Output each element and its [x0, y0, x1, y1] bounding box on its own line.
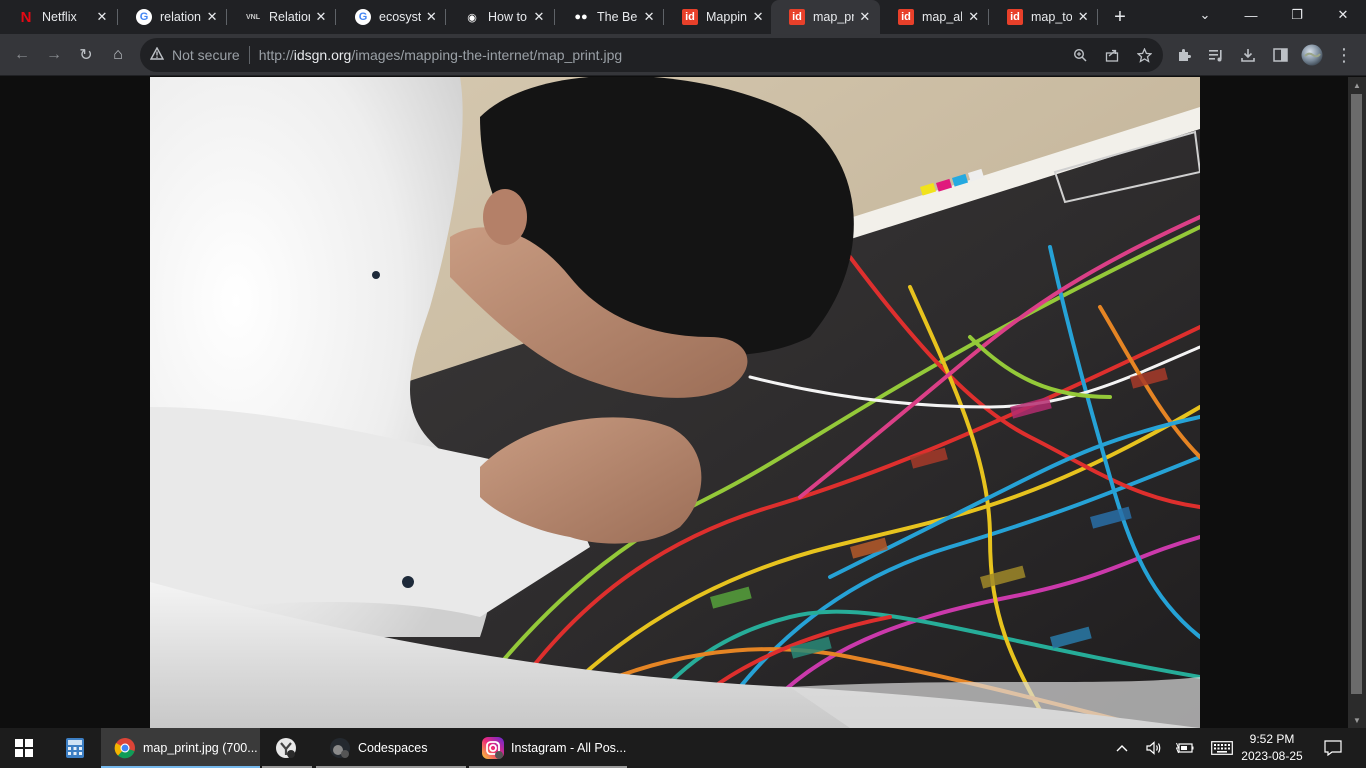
image-viewport: ▲ ▼	[0, 77, 1366, 728]
tab-4[interactable]: Gecosyste ✕	[337, 0, 446, 34]
browser-toolbar: ← → ↻ ⌂ Not secure http://idsgn.org/imag…	[0, 34, 1366, 76]
tab-title: map_all	[922, 10, 963, 24]
tab-close-icon[interactable]: ✕	[966, 9, 981, 25]
tab-separator	[335, 9, 336, 25]
app-icon	[274, 736, 298, 760]
close-window-button[interactable]: ✕	[1320, 0, 1366, 30]
volume-icon[interactable]	[1142, 728, 1166, 768]
url-text[interactable]: http://idsgn.org/images/mapping-the-inte…	[259, 47, 622, 63]
tab-close-icon[interactable]: ✕	[425, 9, 438, 25]
start-button[interactable]	[0, 728, 48, 768]
tab-favicon-icon: N	[20, 8, 32, 26]
tab-favicon-icon: id	[1007, 9, 1023, 25]
tab-favicon-icon: id	[898, 9, 914, 25]
bookmark-star-icon[interactable]	[1134, 45, 1154, 65]
tab-close-icon[interactable]: ✕	[205, 9, 219, 25]
tab-title: Relation	[269, 10, 310, 24]
clock-date: 2023-08-25	[1241, 749, 1303, 763]
minimize-button[interactable]: —	[1228, 0, 1274, 30]
tab-3[interactable]: VNL Relation ✕	[227, 0, 336, 34]
warning-icon[interactable]	[149, 46, 166, 63]
tab-title: How to	[488, 10, 527, 24]
taskbar-item-chrome[interactable]: map_print.jpg (700...	[101, 728, 260, 768]
tab-close-icon[interactable]: ✕	[642, 9, 656, 25]
tray-overflow-icon[interactable]	[1110, 728, 1134, 768]
taskbar-item-codespaces[interactable]: Codespaces	[316, 728, 466, 768]
profile-avatar-icon[interactable]	[1298, 41, 1326, 69]
vertical-scrollbar[interactable]: ▲ ▼	[1348, 77, 1366, 728]
tab-favicon-icon: ●●	[574, 11, 588, 23]
scroll-up-icon[interactable]: ▲	[1352, 80, 1362, 90]
tab-7[interactable]: id Mapping ✕	[664, 0, 773, 34]
forward-button[interactable]: →	[40, 41, 68, 69]
tab-5[interactable]: ◉ How to ✕	[446, 0, 555, 34]
tab-title: relations	[160, 10, 201, 24]
taskbar-item-label: Codespaces	[358, 741, 428, 755]
tab-close-icon[interactable]: ✕	[858, 9, 872, 25]
zoom-icon[interactable]	[1070, 45, 1090, 65]
tab-favicon-icon: VNL	[246, 13, 260, 21]
back-button[interactable]: ←	[8, 41, 36, 69]
menu-icon[interactable]: ⋮	[1330, 41, 1358, 69]
scrollbar-thumb[interactable]	[1351, 94, 1362, 694]
download-icon[interactable]	[1234, 41, 1262, 69]
tab-favicon-icon: id	[682, 9, 698, 25]
url-prefix: http://	[258, 47, 294, 63]
taskbar-item-instagram[interactable]: Instagram - All Pos...	[469, 728, 627, 768]
clock[interactable]: 9:52 PM 2023-08-25	[1232, 731, 1312, 765]
tab-close-icon[interactable]: ✕	[1076, 9, 1090, 25]
clock-time: 9:52 PM	[1249, 732, 1295, 746]
tab-8[interactable]: id map_pri ✕	[771, 0, 880, 34]
tab-6[interactable]: ●● The Ben ✕	[555, 0, 664, 34]
map-print-photo	[150, 77, 1200, 728]
chrome-icon	[113, 736, 137, 760]
tab-close-icon[interactable]: ✕	[531, 9, 547, 25]
url-host: idsgn.org	[293, 47, 352, 63]
tab-favicon-icon: id	[789, 9, 805, 25]
tab-title: map_top	[1031, 10, 1073, 24]
taskbar-item-label: Instagram - All Pos...	[511, 741, 627, 755]
tab-close-icon[interactable]: ✕	[751, 9, 765, 25]
battery-icon[interactable]	[1172, 728, 1198, 768]
taskbar-item-app[interactable]	[262, 728, 312, 768]
calculator-icon[interactable]	[52, 728, 98, 768]
tab-favicon-icon: ◉	[467, 11, 477, 24]
windows-taskbar: map_print.jpg (700... Codespaces Instagr…	[0, 728, 1366, 768]
extensions-icon[interactable]	[1170, 41, 1198, 69]
address-bar[interactable]: Not secure http://idsgn.org/images/mappi…	[140, 38, 1163, 72]
divider	[248, 46, 250, 64]
codespaces-icon	[328, 736, 352, 760]
tab-strip: NNetflix✕Grelations✕VNLRelation✕Gecosyst…	[0, 0, 1366, 34]
tab-9[interactable]: id map_all ✕	[880, 0, 989, 34]
tab-title: ecosyste	[379, 10, 421, 24]
media-control-icon[interactable]	[1202, 41, 1230, 69]
tab-close-icon[interactable]: ✕	[94, 9, 110, 25]
tab-title: Mapping	[706, 10, 747, 24]
tab-close-icon[interactable]: ✕	[314, 9, 328, 25]
scroll-down-icon[interactable]: ▼	[1352, 715, 1362, 725]
url-path: /images/mapping-the-internet/map_print.j…	[351, 47, 623, 63]
tab-title: map_pri	[813, 10, 854, 24]
tab-10[interactable]: id map_top✕	[989, 0, 1098, 34]
instagram-icon	[481, 736, 505, 760]
security-label[interactable]: Not secure	[172, 47, 240, 63]
tab-separator	[1097, 9, 1098, 25]
tab-favicon-icon: G	[355, 9, 371, 25]
reload-button[interactable]: ↻	[72, 41, 100, 69]
share-icon[interactable]	[1102, 45, 1122, 65]
home-button[interactable]: ⌂	[104, 41, 132, 69]
restore-button[interactable]: ❐	[1274, 0, 1320, 30]
tab-favicon-icon: G	[136, 9, 152, 25]
taskbar-item-label: map_print.jpg (700...	[143, 741, 258, 755]
new-tab-button[interactable]: +	[1108, 5, 1132, 29]
tab-title: The Ben	[597, 10, 638, 24]
tab-2[interactable]: Grelations ✕	[118, 0, 227, 34]
tab-1[interactable]: N Netflix ✕	[0, 0, 118, 34]
notification-icon[interactable]	[1318, 728, 1348, 768]
tab-title: Netflix	[42, 10, 77, 24]
side-panel-icon[interactable]	[1266, 41, 1294, 69]
tab-search-icon[interactable]: ⌄	[1182, 0, 1228, 30]
